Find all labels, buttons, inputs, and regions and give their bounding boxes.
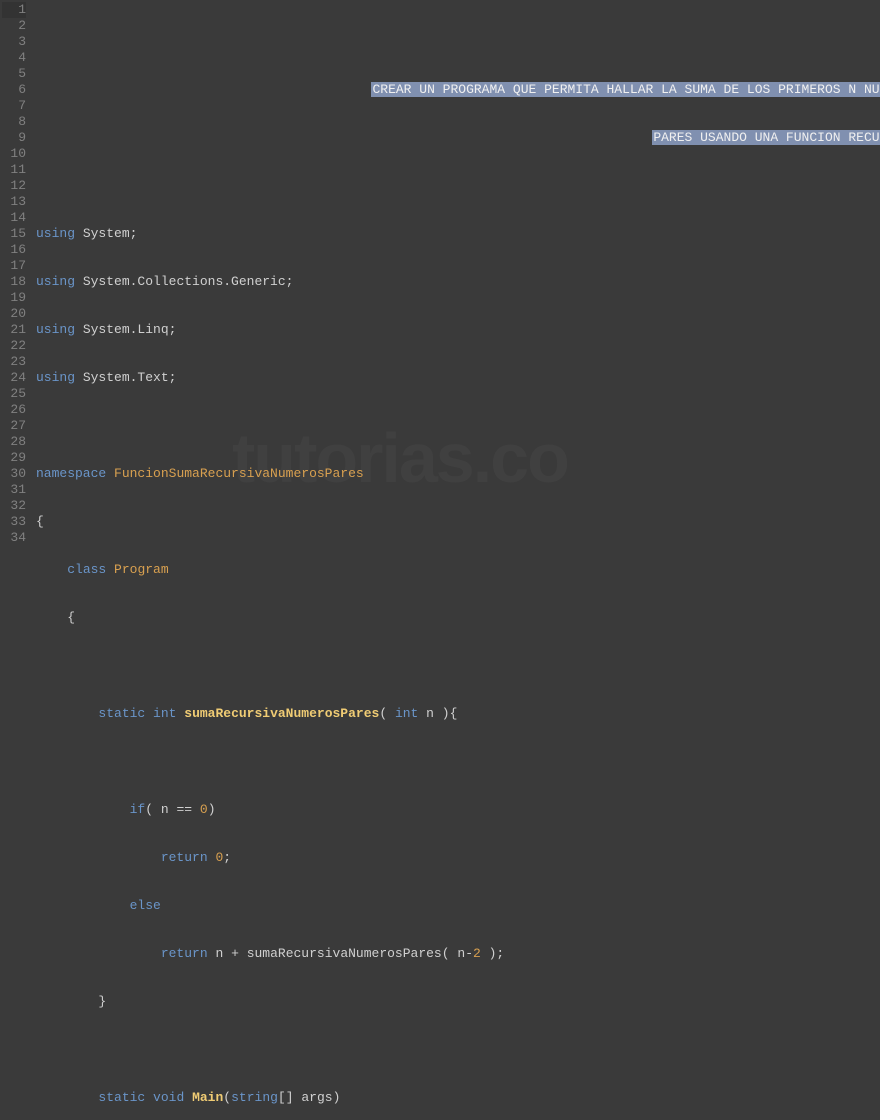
namespace-ref: System.Text bbox=[83, 370, 169, 385]
line-number: 33 bbox=[2, 514, 26, 530]
line-number: 28 bbox=[2, 434, 26, 450]
literal-zero: 0 bbox=[200, 802, 208, 817]
class-keyword: class bbox=[67, 562, 106, 577]
line-number: 30 bbox=[2, 466, 26, 482]
var-n: n bbox=[161, 802, 169, 817]
line-number: 1 bbox=[2, 2, 26, 18]
else-keyword: else bbox=[130, 898, 161, 913]
main-method: Main bbox=[192, 1090, 223, 1105]
line-number: 12 bbox=[2, 178, 26, 194]
line-number: 24 bbox=[2, 370, 26, 386]
line-number: 19 bbox=[2, 290, 26, 306]
line-number: 29 bbox=[2, 450, 26, 466]
using-keyword: using bbox=[36, 226, 75, 241]
line-number: 13 bbox=[2, 194, 26, 210]
int-type: int bbox=[395, 706, 418, 721]
line-number: 21 bbox=[2, 322, 26, 338]
line-number: 6 bbox=[2, 82, 26, 98]
line-number: 31 bbox=[2, 482, 26, 498]
line-number: 3 bbox=[2, 34, 26, 50]
line-number: 22 bbox=[2, 338, 26, 354]
namespace-name: FuncionSumaRecursivaNumerosPares bbox=[114, 466, 364, 481]
code-editor[interactable]: 1234567891011121314151617181920212223242… bbox=[0, 0, 880, 560]
namespace-ref: System.Linq bbox=[83, 322, 169, 337]
line-number-gutter: 1234567891011121314151617181920212223242… bbox=[0, 0, 32, 560]
static-keyword: static bbox=[98, 1090, 145, 1105]
void-type: void bbox=[153, 1090, 184, 1105]
line-number: 4 bbox=[2, 50, 26, 66]
using-keyword: using bbox=[36, 322, 75, 337]
class-name: Program bbox=[114, 562, 169, 577]
line-number: 15 bbox=[2, 226, 26, 242]
line-number: 8 bbox=[2, 114, 26, 130]
selected-comment-line2: PARES USANDO UNA FUNCION RECURSIVA bbox=[652, 130, 880, 145]
line-number: 20 bbox=[2, 306, 26, 322]
line-number: 17 bbox=[2, 258, 26, 274]
namespace-keyword: namespace bbox=[36, 466, 106, 481]
method-name: sumaRecursivaNumerosPares bbox=[184, 706, 379, 721]
string-type: string bbox=[231, 1090, 278, 1105]
literal-two: 2 bbox=[473, 946, 481, 961]
line-number: 10 bbox=[2, 146, 26, 162]
return-keyword: return bbox=[161, 946, 208, 961]
static-keyword: static bbox=[98, 706, 145, 721]
code-area[interactable]: tutorias.co CREAR UN PROGRAMA QUE PERMIT… bbox=[32, 0, 880, 560]
using-keyword: using bbox=[36, 274, 75, 289]
line-number: 11 bbox=[2, 162, 26, 178]
line-number: 25 bbox=[2, 386, 26, 402]
method-call: sumaRecursivaNumerosPares bbox=[247, 946, 442, 961]
args-param: args bbox=[301, 1090, 332, 1105]
line-number: 26 bbox=[2, 402, 26, 418]
line-number: 5 bbox=[2, 66, 26, 82]
literal-zero: 0 bbox=[215, 850, 223, 865]
line-number: 18 bbox=[2, 274, 26, 290]
line-number: 16 bbox=[2, 242, 26, 258]
line-number: 9 bbox=[2, 130, 26, 146]
int-type: int bbox=[153, 706, 176, 721]
line-number: 23 bbox=[2, 354, 26, 370]
using-keyword: using bbox=[36, 370, 75, 385]
var-n: n bbox=[215, 946, 223, 961]
param-n: n bbox=[426, 706, 434, 721]
var-n: n bbox=[457, 946, 465, 961]
namespace-ref: System.Collections.Generic bbox=[83, 274, 286, 289]
line-number: 32 bbox=[2, 498, 26, 514]
line-number: 34 bbox=[2, 530, 26, 546]
line-number: 2 bbox=[2, 18, 26, 34]
line-number: 7 bbox=[2, 98, 26, 114]
line-number: 14 bbox=[2, 210, 26, 226]
namespace-ref: System bbox=[83, 226, 130, 241]
code-content: CREAR UN PROGRAMA QUE PERMITA HALLAR LA … bbox=[36, 50, 880, 1120]
line-number: 27 bbox=[2, 418, 26, 434]
if-keyword: if bbox=[130, 802, 146, 817]
selected-comment-line1: CREAR UN PROGRAMA QUE PERMITA HALLAR LA … bbox=[371, 82, 880, 97]
return-keyword: return bbox=[161, 850, 208, 865]
